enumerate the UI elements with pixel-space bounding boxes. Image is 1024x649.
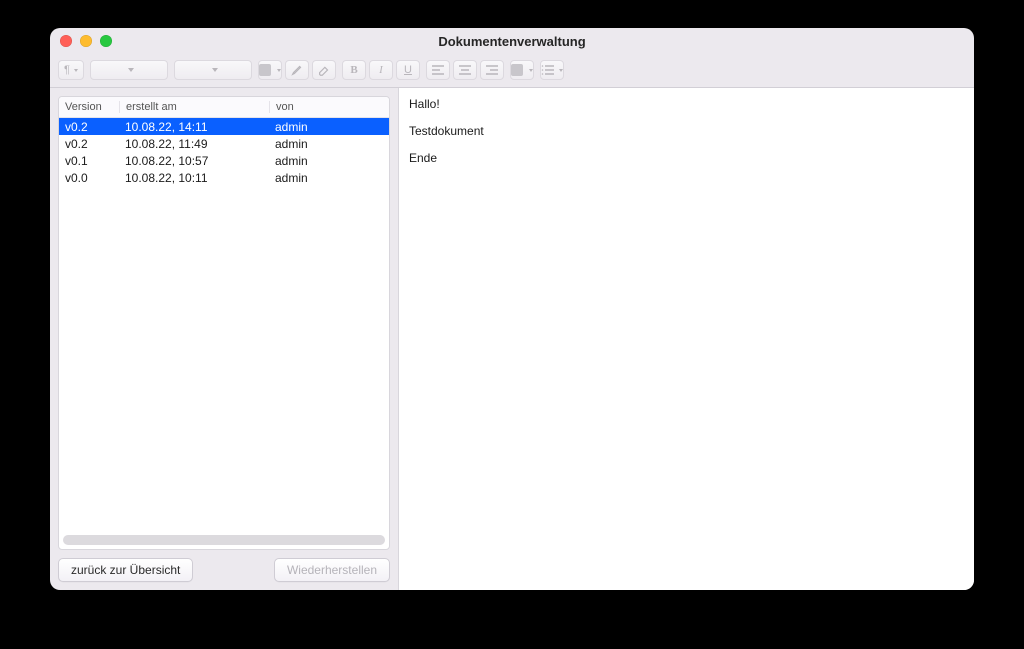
col-by-header[interactable]: von — [269, 101, 389, 113]
cell-by: admin — [269, 154, 389, 168]
window-title: Dokumentenverwaltung — [438, 34, 585, 49]
eraser-icon — [317, 63, 331, 77]
align-center-icon — [458, 64, 472, 76]
cell-version: v0.1 — [59, 154, 119, 168]
versions-pane: Version erstellt am von v0.210.08.22, 14… — [50, 88, 398, 590]
paragraph-direction-select[interactable]: ¶ — [58, 60, 84, 80]
restore-button[interactable]: Wiederherstellen — [274, 558, 390, 582]
bold-button[interactable]: B — [342, 60, 366, 80]
align-left-icon — [431, 64, 445, 76]
underline-button[interactable]: U — [396, 60, 420, 80]
cell-version: v0.2 — [59, 137, 119, 151]
cell-by: admin — [269, 171, 389, 185]
table-header: Version erstellt am von — [59, 97, 389, 118]
table-row[interactable]: v0.010.08.22, 10:11admin — [59, 169, 389, 186]
align-left-button[interactable] — [426, 60, 450, 80]
formatting-toolbar: ¶ B I U — [50, 55, 974, 88]
list-icon — [541, 64, 555, 76]
table-row[interactable]: v0.110.08.22, 10:57admin — [59, 152, 389, 169]
col-created-header[interactable]: erstellt am — [119, 101, 269, 113]
back-button[interactable]: zurück zur Übersicht — [58, 558, 193, 582]
align-center-button[interactable] — [453, 60, 477, 80]
close-window-button[interactable] — [60, 35, 72, 47]
table-body: v0.210.08.22, 14:11adminv0.210.08.22, 11… — [59, 118, 389, 535]
pilcrow-icon: ¶ — [64, 64, 70, 76]
cell-created: 10.08.22, 10:11 — [119, 171, 269, 185]
versions-table: Version erstellt am von v0.210.08.22, 14… — [58, 96, 390, 550]
titlebar: Dokumentenverwaltung — [50, 28, 974, 55]
list-style-button[interactable] — [540, 60, 564, 80]
cell-version: v0.0 — [59, 171, 119, 185]
cell-created: 10.08.22, 10:57 — [119, 154, 269, 168]
zoom-window-button[interactable] — [100, 35, 112, 47]
document-line: Ende — [409, 150, 964, 167]
fill-color-button[interactable] — [510, 60, 534, 80]
italic-button[interactable]: I — [369, 60, 393, 80]
color-swatch-icon — [511, 64, 523, 76]
cell-by: admin — [269, 137, 389, 151]
cell-created: 10.08.22, 14:11 — [119, 120, 269, 134]
cell-by: admin — [269, 120, 389, 134]
cell-created: 10.08.22, 11:49 — [119, 137, 269, 151]
content-area: Version erstellt am von v0.210.08.22, 14… — [50, 88, 974, 590]
align-right-button[interactable] — [480, 60, 504, 80]
document-line: Testdokument — [409, 123, 964, 140]
align-right-icon — [485, 64, 499, 76]
document-preview: Hallo! Testdokument Ende — [398, 88, 974, 590]
document-line: Hallo! — [409, 96, 964, 113]
font-size-select[interactable] — [174, 60, 252, 80]
table-row[interactable]: v0.210.08.22, 14:11admin — [59, 118, 389, 135]
horizontal-scrollbar[interactable] — [63, 535, 385, 545]
clear-format-button[interactable] — [312, 60, 336, 80]
document-content: Hallo! Testdokument Ende — [409, 96, 964, 166]
app-window: Dokumentenverwaltung ¶ B I U — [50, 28, 974, 590]
minimize-window-button[interactable] — [80, 35, 92, 47]
highlighter-icon — [290, 63, 304, 77]
text-color-button[interactable] — [258, 60, 282, 80]
font-family-select[interactable] — [90, 60, 168, 80]
cell-version: v0.2 — [59, 120, 119, 134]
window-controls — [60, 35, 112, 47]
highlight-button[interactable] — [285, 60, 309, 80]
action-buttons: zurück zur Übersicht Wiederherstellen — [58, 558, 390, 582]
color-swatch-icon — [259, 64, 271, 76]
col-version-header[interactable]: Version — [59, 101, 119, 113]
table-row[interactable]: v0.210.08.22, 11:49admin — [59, 135, 389, 152]
